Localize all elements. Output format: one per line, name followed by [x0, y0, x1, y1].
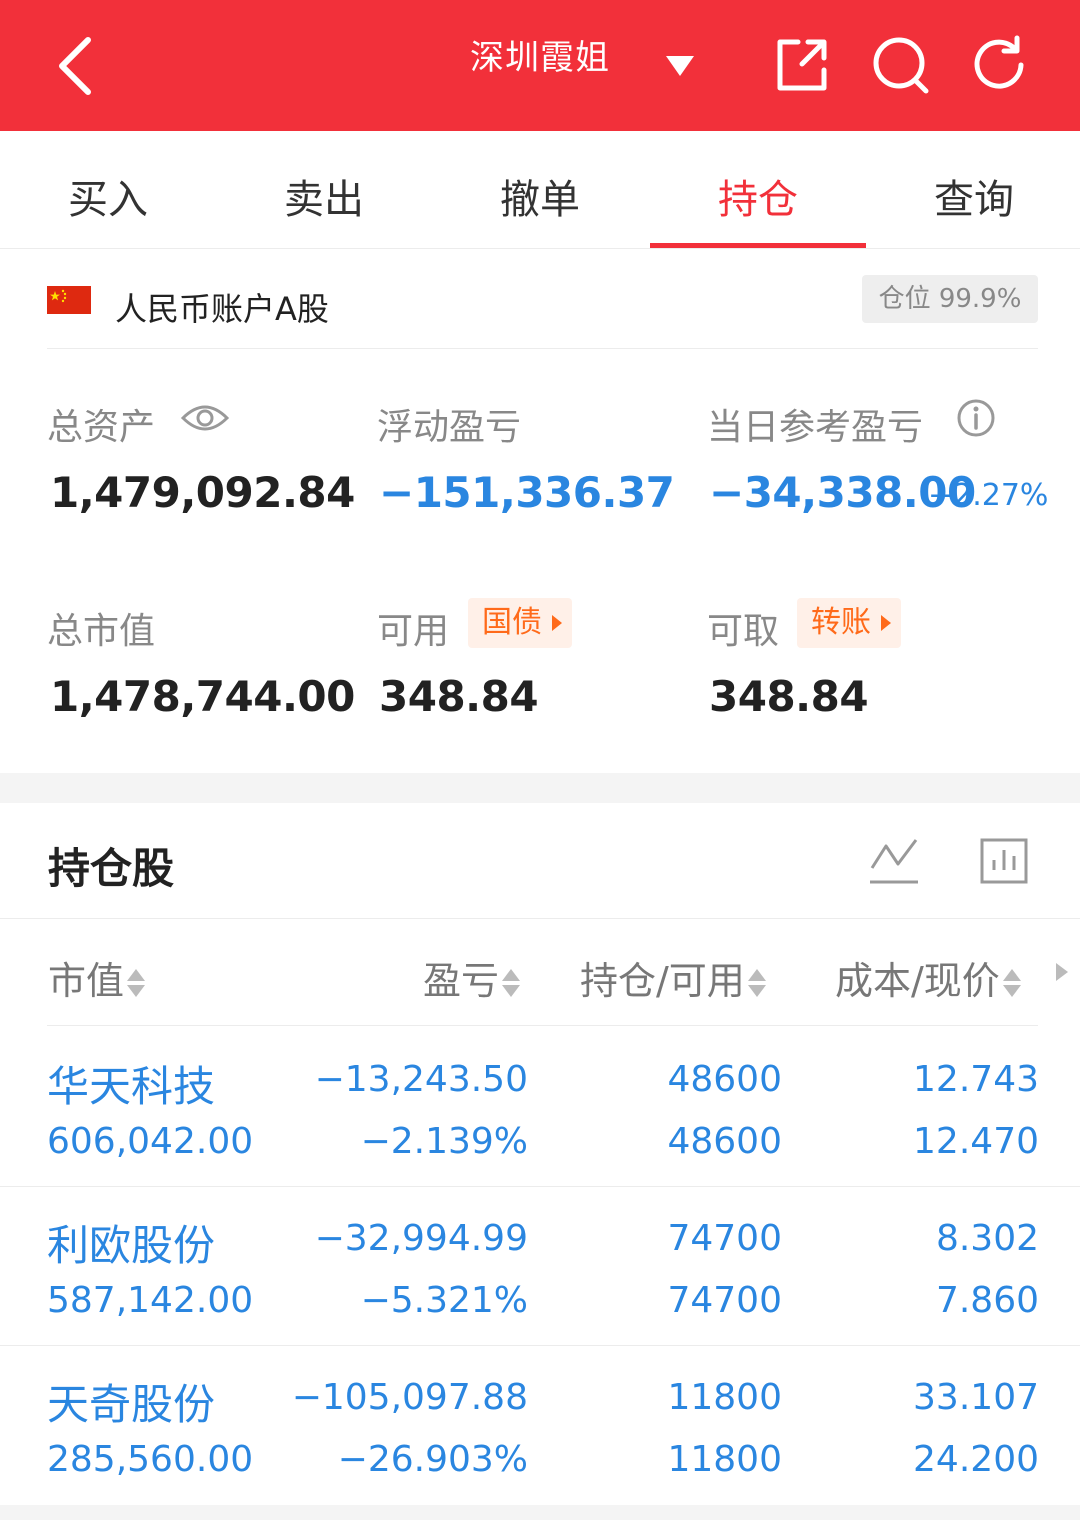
trade-tabs: 买入 卖出 撤单 持仓 查询 — [0, 131, 1080, 249]
stock-available: 74700 — [667, 1280, 782, 1321]
divider — [47, 348, 1038, 349]
sort-icon — [501, 967, 521, 1001]
stock-available: 48600 — [667, 1121, 782, 1162]
stock-name: 华天科技 — [47, 1062, 216, 1111]
sort-icon — [1002, 967, 1022, 1001]
stock-name: 利欧股份 — [47, 1221, 216, 1270]
stock-pl-percent: −26.903% — [337, 1439, 528, 1480]
column-header-position[interactable]: 持仓/可用 — [580, 950, 767, 1005]
stock-cost: 8.302 — [935, 1218, 1039, 1259]
table-row[interactable]: 利欧股份 587,142.00 −32,994.99 −5.321% 74700… — [0, 1188, 1080, 1346]
refresh-icon[interactable] — [970, 34, 1030, 96]
stock-cost: 12.743 — [913, 1059, 1039, 1100]
stock-cost: 33.107 — [913, 1377, 1039, 1418]
market-value-value: 1,478,744.00 — [50, 672, 355, 721]
stock-name: 天奇股份 — [47, 1380, 216, 1429]
transfer-label: 转账 — [811, 605, 871, 640]
share-icon[interactable] — [772, 34, 832, 96]
divider — [0, 918, 1080, 919]
withdrawable-value: 348.84 — [709, 672, 869, 721]
stock-market-value: 587,142.00 — [47, 1280, 254, 1321]
market-value-label: 总市值 — [47, 611, 156, 652]
tab-sell[interactable]: 卖出 — [216, 167, 432, 225]
sort-icon — [747, 967, 767, 1001]
floating-pl-label: 浮动盈亏 — [377, 407, 522, 448]
column-header-market-value[interactable]: 市值 — [48, 950, 146, 1005]
stock-price: 7.860 — [935, 1280, 1039, 1321]
bar-chart-icon[interactable] — [978, 836, 1030, 886]
column-header-label: 市值 — [48, 959, 125, 1003]
position-ratio-badge: 仓位 99.9% — [862, 275, 1038, 323]
stock-market-value: 606,042.00 — [47, 1121, 254, 1162]
stock-position: 11800 — [667, 1377, 782, 1418]
stock-market-value: 285,560.00 — [47, 1439, 254, 1480]
stock-position: 48600 — [667, 1059, 782, 1100]
active-tab-indicator — [650, 243, 866, 248]
total-assets-label: 总资产 — [47, 407, 156, 448]
chevron-right-icon — [552, 615, 562, 631]
divider — [47, 1025, 1038, 1026]
column-header-pl[interactable]: 盈亏 — [423, 950, 521, 1005]
stock-pl: −105,097.88 — [291, 1377, 528, 1418]
total-assets-value: 1,479,092.84 — [50, 468, 355, 517]
stock-price: 12.470 — [913, 1121, 1039, 1162]
account-title[interactable]: 深圳霞姐 — [470, 30, 610, 79]
stock-available: 11800 — [667, 1439, 782, 1480]
stock-position: 74700 — [667, 1218, 782, 1259]
withdrawable-label: 可取 — [707, 611, 780, 652]
column-header-cost-price[interactable]: 成本/现价 — [835, 950, 1022, 1005]
stock-pl: −13,243.50 — [314, 1059, 528, 1100]
eye-icon[interactable] — [180, 400, 230, 436]
sort-icon — [126, 967, 146, 1001]
tab-query[interactable]: 查询 — [866, 167, 1080, 225]
stock-pl-percent: −5.321% — [360, 1280, 528, 1321]
tab-cancel[interactable]: 撤单 — [432, 167, 648, 225]
available-label: 可用 — [377, 611, 450, 652]
account-type: 人民币账户A股 — [115, 290, 329, 328]
column-header-label: 盈亏 — [423, 959, 500, 1003]
daily-pl-percent: −2.27% — [928, 478, 1049, 513]
bottom-gap — [0, 1505, 1080, 1520]
column-header-label: 持仓/可用 — [580, 959, 745, 1003]
table-row[interactable]: 华天科技 606,042.00 −13,243.50 −2.139% 48600… — [0, 1029, 1080, 1187]
stock-pl-percent: −2.139% — [360, 1121, 528, 1162]
info-icon[interactable] — [956, 398, 996, 438]
column-header-label: 成本/现价 — [835, 959, 1000, 1003]
top-bar: 深圳霞姐 — [0, 0, 1080, 131]
search-icon[interactable] — [870, 34, 930, 96]
treasury-bond-label: 国债 — [482, 605, 542, 640]
back-icon[interactable] — [48, 30, 108, 102]
line-chart-icon[interactable] — [868, 836, 920, 886]
table-row[interactable]: 天奇股份 285,560.00 −105,097.88 −26.903% 118… — [0, 1347, 1080, 1505]
china-flag-icon — [47, 286, 91, 314]
stock-pl: −32,994.99 — [314, 1218, 528, 1259]
tab-positions[interactable]: 持仓 — [650, 167, 866, 225]
available-value: 348.84 — [379, 672, 539, 721]
holdings-title: 持仓股 — [48, 844, 175, 893]
stock-price: 24.200 — [913, 1439, 1039, 1480]
daily-pl-label: 当日参考盈亏 — [707, 407, 924, 448]
dropdown-caret-icon[interactable] — [662, 50, 698, 80]
scroll-right-icon[interactable] — [1056, 963, 1068, 981]
chevron-right-icon — [881, 615, 891, 631]
treasury-bond-chip[interactable]: 国债 — [468, 598, 572, 648]
tab-buy[interactable]: 买入 — [0, 167, 216, 225]
section-gap — [0, 773, 1080, 803]
floating-pl-value: −151,336.37 — [379, 468, 675, 517]
transfer-chip[interactable]: 转账 — [797, 598, 901, 648]
